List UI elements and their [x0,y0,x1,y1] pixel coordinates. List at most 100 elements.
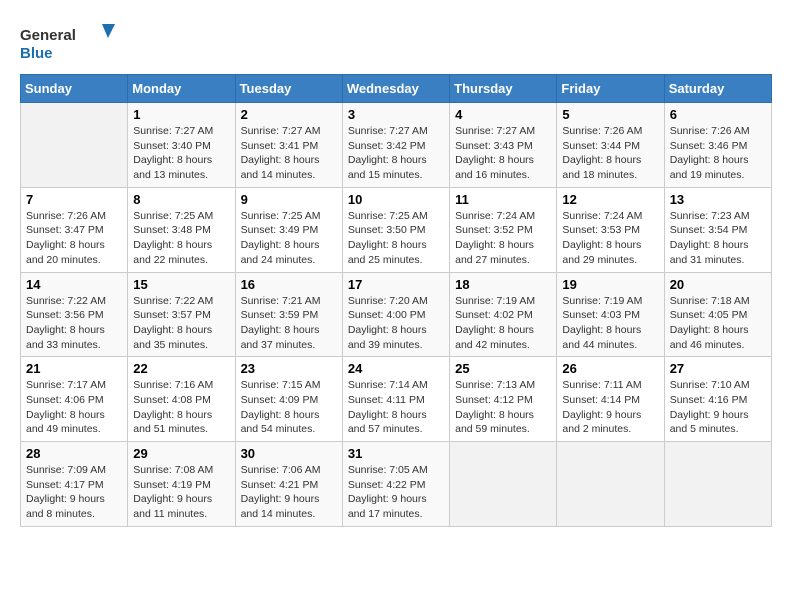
day-number: 22 [133,361,229,376]
day-number: 24 [348,361,444,376]
day-number: 14 [26,277,122,292]
day-number: 2 [241,107,337,122]
calendar-day-cell: 3 Sunrise: 7:27 AMSunset: 3:42 PMDaylight… [342,103,449,188]
calendar-day-cell: 16 Sunrise: 7:21 AMSunset: 3:59 PMDayligh… [235,272,342,357]
day-number: 23 [241,361,337,376]
day-number: 7 [26,192,122,207]
calendar-day-cell: 13 Sunrise: 7:23 AMSunset: 3:54 PMDayligh… [664,187,771,272]
day-info: Sunrise: 7:27 AMSunset: 3:42 PMDaylight:… [348,124,444,183]
day-number: 5 [562,107,658,122]
day-number: 19 [562,277,658,292]
calendar-day-cell: 1Sunrise: 7:27 AMSunset: 3:40 PMDaylight… [128,103,235,188]
calendar-day-cell [664,442,771,527]
calendar-day-cell: 17Sunrise: 7:20 AMSunset: 4:00 PMDayligh… [342,272,449,357]
calendar-day-cell: 11Sunrise: 7:24 AMSunset: 3:52 PMDayligh… [450,187,557,272]
day-number: 11 [455,192,551,207]
calendar-day-cell: 18 Sunrise: 7:19 AMSunset: 4:02 PMDayligh… [450,272,557,357]
calendar-weekday-header: Friday [557,75,664,103]
calendar-day-cell: 22 Sunrise: 7:16 AMSunset: 4:08 PMDayligh… [128,357,235,442]
day-info: Sunrise: 7:25 AMSunset: 3:48 PMDaylight:… [133,209,229,268]
calendar-day-cell: 30 Sunrise: 7:06 AMSunset: 4:21 PMDayligh… [235,442,342,527]
calendar-day-cell [21,103,128,188]
day-info: Sunrise: 7:17 AMSunset: 4:06 PMDaylight:… [26,378,122,437]
calendar-day-cell: 29 Sunrise: 7:08 AMSunset: 4:19 PMDayligh… [128,442,235,527]
calendar-day-cell [450,442,557,527]
day-number: 13 [670,192,766,207]
calendar-day-cell: 2 Sunrise: 7:27 AMSunset: 3:41 PMDaylight… [235,103,342,188]
day-info: Sunrise: 7:14 AMSunset: 4:11 PMDaylight:… [348,378,444,437]
day-info: Sunrise: 7:23 AMSunset: 3:54 PMDaylight:… [670,209,766,268]
day-number: 18 [455,277,551,292]
day-info: Sunrise: 7:26 AMSunset: 3:47 PMDaylight:… [26,209,122,268]
day-number: 28 [26,446,122,461]
calendar-week-row: 14Sunrise: 7:22 AMSunset: 3:56 PMDayligh… [21,272,772,357]
calendar-header-row: SundayMondayTuesdayWednesdayThursdayFrid… [21,75,772,103]
calendar-day-cell: 24 Sunrise: 7:14 AMSunset: 4:11 PMDayligh… [342,357,449,442]
calendar-day-cell: 23 Sunrise: 7:15 AMSunset: 4:09 PMDayligh… [235,357,342,442]
day-number: 20 [670,277,766,292]
day-number: 29 [133,446,229,461]
day-info: Sunrise: 7:18 AMSunset: 4:05 PMDaylight:… [670,294,766,353]
calendar-week-row: 21 Sunrise: 7:17 AMSunset: 4:06 PMDayligh… [21,357,772,442]
day-info: Sunrise: 7:26 AMSunset: 3:46 PMDaylight:… [670,124,766,183]
calendar-day-cell: 19 Sunrise: 7:19 AMSunset: 4:03 PMDayligh… [557,272,664,357]
day-info: Sunrise: 7:21 AMSunset: 3:59 PMDaylight:… [241,294,337,353]
day-info: Sunrise: 7:06 AMSunset: 4:21 PMDaylight:… [241,463,337,522]
day-number: 9 [241,192,337,207]
calendar-day-cell: 31 Sunrise: 7:05 AMSunset: 4:22 PMDayligh… [342,442,449,527]
day-info: Sunrise: 7:19 AMSunset: 4:02 PMDaylight:… [455,294,551,353]
calendar-weekday-header: Saturday [664,75,771,103]
day-info: Sunrise: 7:16 AMSunset: 4:08 PMDaylight:… [133,378,229,437]
calendar-week-row: 1Sunrise: 7:27 AMSunset: 3:40 PMDaylight… [21,103,772,188]
calendar-day-cell: 4Sunrise: 7:27 AMSunset: 3:43 PMDaylight… [450,103,557,188]
calendar-day-cell: 25Sunrise: 7:13 AMSunset: 4:12 PMDayligh… [450,357,557,442]
day-number: 31 [348,446,444,461]
day-number: 4 [455,107,551,122]
day-info: Sunrise: 7:25 AMSunset: 3:49 PMDaylight:… [241,209,337,268]
calendar-day-cell: 20 Sunrise: 7:18 AMSunset: 4:05 PMDayligh… [664,272,771,357]
day-number: 17 [348,277,444,292]
logo-svg: General Blue [20,20,120,64]
calendar-day-cell: 12Sunrise: 7:24 AMSunset: 3:53 PMDayligh… [557,187,664,272]
day-info: Sunrise: 7:27 AMSunset: 3:40 PMDaylight:… [133,124,229,183]
calendar-weekday-header: Monday [128,75,235,103]
day-info: Sunrise: 7:05 AMSunset: 4:22 PMDaylight:… [348,463,444,522]
day-number: 3 [348,107,444,122]
calendar-weekday-header: Thursday [450,75,557,103]
calendar-weekday-header: Tuesday [235,75,342,103]
calendar-day-cell: 9 Sunrise: 7:25 AMSunset: 3:49 PMDaylight… [235,187,342,272]
calendar-day-cell: 5 Sunrise: 7:26 AMSunset: 3:44 PMDaylight… [557,103,664,188]
logo: General Blue [20,20,120,64]
day-number: 15 [133,277,229,292]
day-number: 6 [670,107,766,122]
calendar-day-cell: 27 Sunrise: 7:10 AMSunset: 4:16 PMDayligh… [664,357,771,442]
calendar-weekday-header: Sunday [21,75,128,103]
calendar-table: SundayMondayTuesdayWednesdayThursdayFrid… [20,74,772,527]
day-info: Sunrise: 7:10 AMSunset: 4:16 PMDaylight:… [670,378,766,437]
day-info: Sunrise: 7:13 AMSunset: 4:12 PMDaylight:… [455,378,551,437]
day-number: 12 [562,192,658,207]
day-number: 10 [348,192,444,207]
calendar-day-cell: 26Sunrise: 7:11 AMSunset: 4:14 PMDayligh… [557,357,664,442]
calendar-weekday-header: Wednesday [342,75,449,103]
day-info: Sunrise: 7:22 AMSunset: 3:57 PMDaylight:… [133,294,229,353]
day-info: Sunrise: 7:26 AMSunset: 3:44 PMDaylight:… [562,124,658,183]
header: General Blue [20,20,772,64]
day-info: Sunrise: 7:15 AMSunset: 4:09 PMDaylight:… [241,378,337,437]
day-number: 27 [670,361,766,376]
calendar-day-cell: 14Sunrise: 7:22 AMSunset: 3:56 PMDayligh… [21,272,128,357]
day-info: Sunrise: 7:09 AMSunset: 4:17 PMDaylight:… [26,463,122,522]
calendar-day-cell: 8 Sunrise: 7:25 AMSunset: 3:48 PMDaylight… [128,187,235,272]
calendar-day-cell: 21 Sunrise: 7:17 AMSunset: 4:06 PMDayligh… [21,357,128,442]
day-info: Sunrise: 7:11 AMSunset: 4:14 PMDaylight:… [562,378,658,437]
day-number: 16 [241,277,337,292]
day-number: 8 [133,192,229,207]
calendar-day-cell: 7 Sunrise: 7:26 AMSunset: 3:47 PMDaylight… [21,187,128,272]
day-number: 21 [26,361,122,376]
day-info: Sunrise: 7:19 AMSunset: 4:03 PMDaylight:… [562,294,658,353]
calendar-day-cell: 6 Sunrise: 7:26 AMSunset: 3:46 PMDaylight… [664,103,771,188]
calendar-day-cell: 15 Sunrise: 7:22 AMSunset: 3:57 PMDayligh… [128,272,235,357]
day-info: Sunrise: 7:27 AMSunset: 3:41 PMDaylight:… [241,124,337,183]
day-number: 30 [241,446,337,461]
day-info: Sunrise: 7:08 AMSunset: 4:19 PMDaylight:… [133,463,229,522]
